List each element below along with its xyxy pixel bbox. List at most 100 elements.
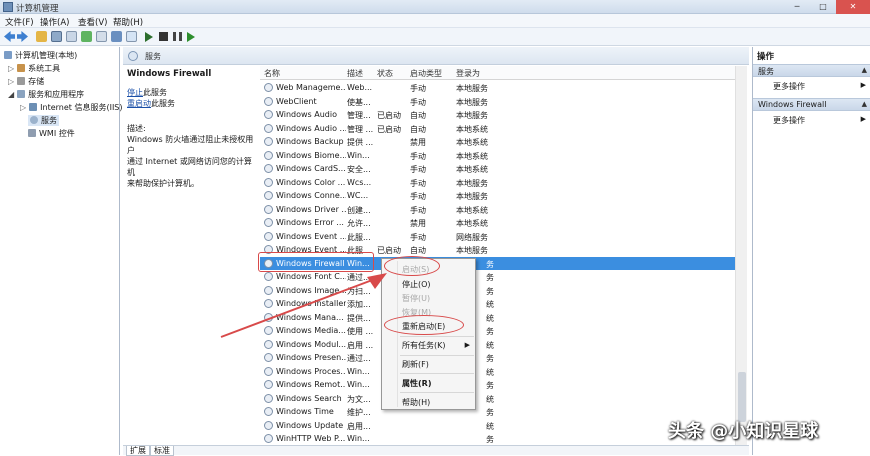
cell-logon: 本地系统 <box>456 138 488 147</box>
tree-item-computer-management[interactable]: 计算机管理(本地) <box>4 50 77 61</box>
table-row[interactable]: Windows Event ... 此服... 手动 网络服务 <box>260 230 738 244</box>
vertical-scrollbar[interactable] <box>735 66 747 446</box>
column-startup-type[interactable]: 启动类型 <box>410 68 442 79</box>
cell-logon: 统 <box>486 340 494 350</box>
menu-properties[interactable]: 属性(R) <box>402 378 431 389</box>
start-icon[interactable] <box>145 32 153 42</box>
table-row[interactable]: Windows Conne... WC... 手动 本地服务 <box>260 189 738 203</box>
table-row[interactable]: Windows Time 维护... 务 <box>260 405 738 419</box>
properties-icon[interactable] <box>66 31 77 42</box>
collapse-icon[interactable]: ▲ <box>862 100 867 108</box>
menu-all-tasks[interactable]: 所有任务(K) <box>402 340 446 351</box>
stop-service-link[interactable]: 停止 <box>127 88 143 97</box>
tree-item-iis[interactable]: ▷ Internet 信息服务(IIS)管 <box>20 102 131 113</box>
column-logon-as[interactable]: 登录为 <box>456 68 480 79</box>
menu-refresh[interactable]: 刷新(F) <box>402 359 429 370</box>
help-icon[interactable] <box>111 31 122 42</box>
column-status[interactable]: 状态 <box>377 68 393 79</box>
stop-service-line: 停止此服务 <box>127 88 167 97</box>
more-actions-firewall[interactable]: 更多操作 <box>773 115 805 126</box>
cell-startup: 禁用 <box>410 219 426 228</box>
storage-icon <box>17 77 26 85</box>
table-row[interactable]: Windows Color ... Wcs... 手动 本地服务 <box>260 176 738 190</box>
menu-pause[interactable]: 暂停(U) <box>402 293 430 304</box>
table-row[interactable]: WinHTTP Web P... Win... 务 <box>260 432 738 446</box>
minimize-button[interactable]: ─ <box>784 0 810 14</box>
menu-view[interactable]: 查看(V) <box>78 16 107 28</box>
collapse-arrow-icon[interactable]: ◢ <box>8 90 14 99</box>
restart-service-link[interactable]: 重启动 <box>127 99 151 108</box>
table-row[interactable]: Windows Driver ... 创建... 手动 本地系统 <box>260 203 738 217</box>
menu-action[interactable]: 操作(A) <box>40 16 69 28</box>
cell-logon: 本地服务 <box>456 84 488 93</box>
close-button[interactable]: ✕ <box>836 0 870 14</box>
arrowhead <box>367 273 387 289</box>
cell-name: Windows Audio <box>276 110 337 119</box>
view-icon[interactable] <box>126 31 137 42</box>
tree-item-system-tools[interactable]: ▷ 系统工具 <box>8 63 60 74</box>
cell-desc: 启用... <box>347 421 371 431</box>
forward-icon[interactable] <box>17 31 28 42</box>
expand-arrow-icon[interactable]: ▷ <box>8 77 14 86</box>
table-row[interactable]: Windows Remot... Win... 务 <box>260 378 738 392</box>
table-row[interactable]: Windows Presen... 通过... 务 <box>260 351 738 365</box>
column-description[interactable]: 描述 <box>347 68 363 79</box>
actions-title: 操作 <box>757 52 775 62</box>
maximize-button[interactable]: □ <box>810 0 836 14</box>
menu-stop[interactable]: 停止(O) <box>402 279 431 290</box>
scrollbar-thumb[interactable] <box>738 372 746 422</box>
tree-item-storage[interactable]: ▷ 存储 <box>8 76 44 87</box>
more-actions-services[interactable]: 更多操作 <box>773 81 805 92</box>
table-row[interactable]: Windows Audio 管理... 已启动 自动 本地服务 <box>260 108 738 122</box>
cell-desc: Wcs... <box>347 177 372 187</box>
back-icon[interactable] <box>4 31 15 42</box>
cell-desc: 维护... <box>347 408 371 417</box>
expand-arrow-icon[interactable]: ▷ <box>20 103 26 112</box>
submenu-arrow-icon: ▶ <box>464 341 470 349</box>
table-row[interactable]: WebClient 使基... 手动 本地服务 <box>260 95 738 109</box>
table-row[interactable]: Windows Search 为文... 统 <box>260 392 738 406</box>
pause-icon[interactable] <box>173 32 182 41</box>
tree-item-services[interactable]: 服务 <box>28 115 59 126</box>
window-title: 计算机管理 <box>16 4 59 14</box>
cell-desc: Win... <box>347 434 370 443</box>
actions-section-services[interactable]: 服务 ▲ <box>753 64 870 77</box>
table-row[interactable]: Windows Backup 提供 ... 禁用 本地系统 <box>260 135 738 149</box>
table-row[interactable]: Windows Audio ... 管理 ... 已启动 自动 本地系统 <box>260 122 738 136</box>
tree-item-services-apps[interactable]: ◢ 服务和应用程序 <box>8 89 84 100</box>
table-row[interactable]: Windows Error ... 允许... 禁用 本地系统 <box>260 216 738 230</box>
table-row[interactable]: Windows CardS... 安全... 手动 本地系统 <box>260 162 738 176</box>
column-name[interactable]: 名称 <box>264 68 280 79</box>
stop-icon[interactable] <box>159 32 168 41</box>
breadcrumb: 服务 <box>123 47 749 65</box>
expand-arrow-icon[interactable]: ▷ <box>8 64 14 73</box>
cell-logon: 务 <box>486 354 494 363</box>
show-tree-icon[interactable] <box>51 31 62 42</box>
restart-icon[interactable] <box>187 32 195 42</box>
cell-name: Windows Search <box>276 393 342 403</box>
gear-icon <box>264 123 273 133</box>
cell-name: WinHTTP Web P... <box>276 434 346 443</box>
gear-icon <box>264 380 273 389</box>
menu-file[interactable]: 文件(F) <box>5 16 34 28</box>
table-row[interactable]: Windows Proces... Win... 统 <box>260 365 738 379</box>
export-icon[interactable] <box>96 31 107 42</box>
cell-logon: 本地系统 <box>456 165 488 174</box>
cell-name: Windows Color ... <box>276 177 346 187</box>
tree-item-wmi[interactable]: WMI 控件 <box>28 128 75 139</box>
refresh-icon[interactable] <box>81 31 92 42</box>
annotation-arrow-icon <box>220 273 387 338</box>
table-row[interactable]: Windows Biome... Win... 手动 本地系统 <box>260 149 738 163</box>
menu-help[interactable]: 帮助(H) <box>402 397 430 408</box>
actions-section-firewall[interactable]: Windows Firewall ▲ <box>753 98 870 111</box>
cell-name: Windows Presen... <box>276 353 346 362</box>
cell-startup: 自动 <box>410 124 426 134</box>
table-row[interactable]: Windows Update 启用... 统 <box>260 419 738 433</box>
cell-desc: Win... <box>347 150 370 160</box>
up-folder-icon[interactable] <box>36 31 47 42</box>
menu-help[interactable]: 帮助(H) <box>113 16 143 28</box>
table-row[interactable]: Web Manageme... Web... 手动 本地服务 <box>260 81 738 95</box>
cell-startup: 自动 <box>410 246 426 255</box>
collapse-icon[interactable]: ▲ <box>862 66 867 74</box>
cell-desc: Web... <box>347 83 373 92</box>
